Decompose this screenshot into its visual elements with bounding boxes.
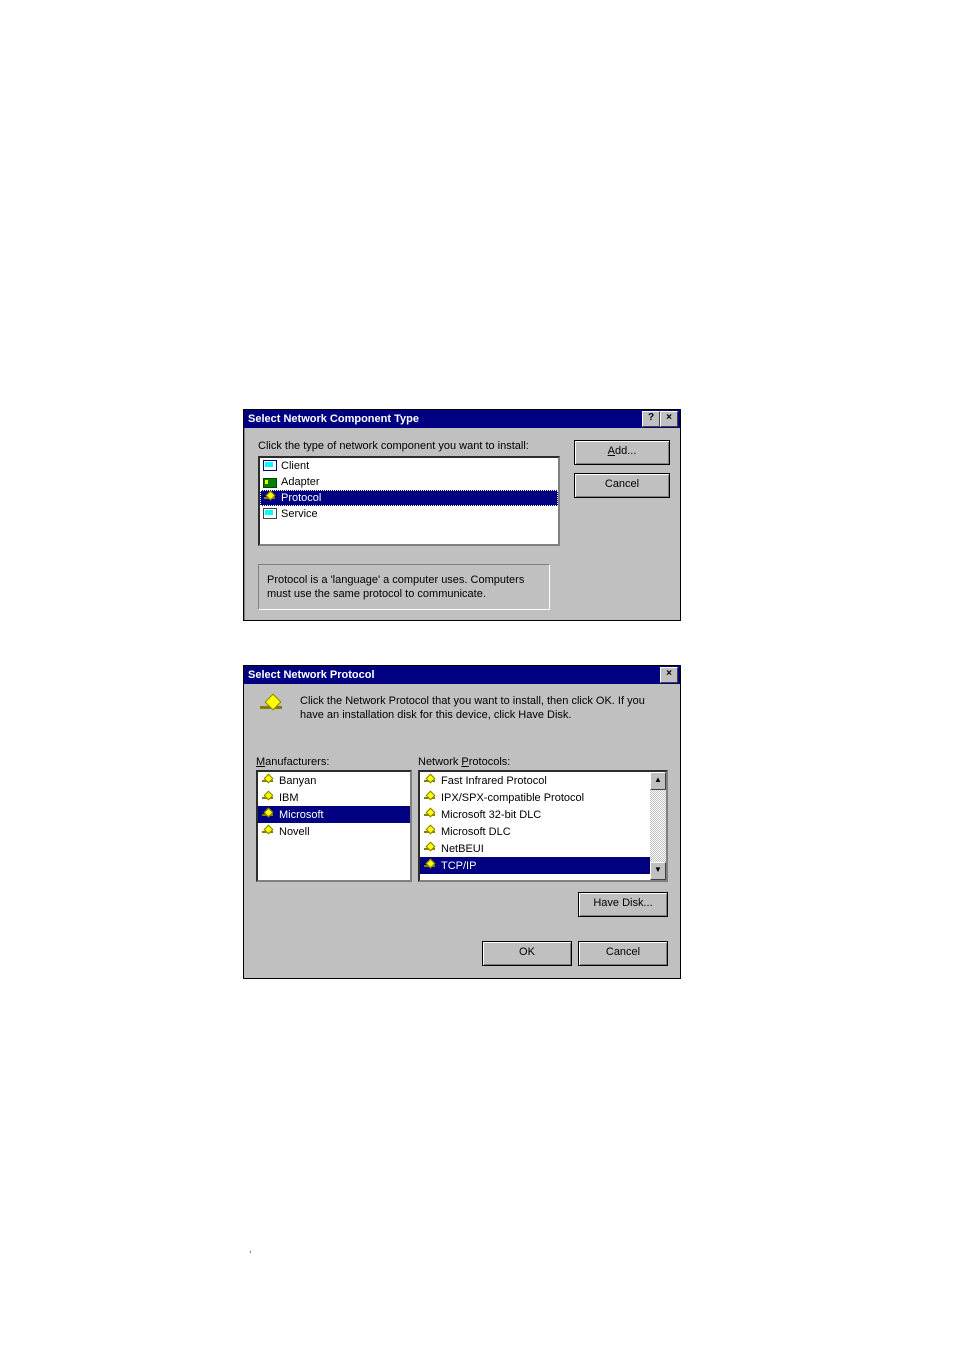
list-item-label: Microsoft DLC — [441, 826, 511, 838]
list-item-label: Service — [281, 508, 318, 520]
cancel-button[interactable]: Cancel — [574, 473, 670, 498]
protocol-icon — [260, 825, 276, 839]
list-item[interactable]: IPX/SPX-compatible Protocol — [420, 789, 650, 806]
component-type-list[interactable]: Client Adapter Protocol Service — [258, 456, 560, 546]
list-item-label: NetBEUI — [441, 843, 484, 855]
protocols-label: Network Protocols: — [418, 756, 668, 768]
close-button[interactable]: × — [660, 411, 678, 427]
list-item-label: Novell — [279, 826, 310, 838]
list-item-label: Client — [281, 460, 309, 472]
list-item[interactable]: Novell — [258, 823, 410, 840]
list-item[interactable]: NetBEUI — [420, 840, 650, 857]
ok-button[interactable]: OK — [482, 941, 572, 966]
footer-mark: , — [249, 1244, 252, 1255]
list-item[interactable]: TCP/IP — [420, 857, 650, 874]
list-item-label: IBM — [279, 792, 299, 804]
manufacturers-label: Manufacturers: — [256, 756, 412, 768]
add-button[interactable]: Add... — [574, 440, 670, 465]
protocol-icon — [262, 491, 278, 505]
list-item[interactable]: Banyan — [258, 772, 410, 789]
protocol-icon — [422, 859, 438, 873]
adapter-icon — [262, 475, 278, 489]
help-button[interactable]: ? — [642, 411, 660, 427]
list-item[interactable]: Microsoft DLC — [420, 823, 650, 840]
have-disk-button[interactable]: Have Disk... — [578, 892, 668, 917]
select-component-type-dialog: Select Network Component Type ? × Click … — [243, 409, 681, 621]
protocol-icon — [422, 774, 438, 788]
dialog2-blurb: Click the Network Protocol that you want… — [300, 694, 668, 722]
list-item[interactable]: Protocol — [260, 490, 558, 506]
protocol-icon — [422, 825, 438, 839]
dialog2-title: Select Network Protocol — [248, 666, 660, 684]
protocol-icon — [422, 842, 438, 856]
close-button[interactable]: × — [660, 667, 678, 683]
list-item-label: Protocol — [281, 492, 321, 504]
list-item[interactable]: IBM — [258, 789, 410, 806]
dialog1-title: Select Network Component Type — [248, 410, 642, 428]
list-item-label: Fast Infrared Protocol — [441, 775, 547, 787]
client-icon — [262, 459, 278, 473]
protocols-list[interactable]: Fast Infrared Protocol IPX/SPX-compatibl… — [418, 770, 668, 882]
cancel-button[interactable]: Cancel — [578, 941, 668, 966]
list-item[interactable]: Microsoft 32-bit DLC — [420, 806, 650, 823]
list-item-label: Microsoft 32-bit DLC — [441, 809, 541, 821]
protocols-scrollbar[interactable]: ▲ ▼ — [650, 772, 666, 880]
protocol-icon — [260, 791, 276, 805]
scroll-down-button[interactable]: ▼ — [650, 862, 666, 880]
list-item[interactable]: Service — [260, 506, 558, 522]
select-network-protocol-dialog: Select Network Protocol × Click the Netw… — [243, 665, 681, 979]
titlebar: Select Network Protocol × — [244, 666, 680, 684]
list-item-label: Banyan — [279, 775, 316, 787]
list-item[interactable]: Client — [260, 458, 558, 474]
titlebar: Select Network Component Type ? × — [244, 410, 680, 428]
protocol-icon — [260, 808, 276, 822]
description-box: Protocol is a 'language' a computer uses… — [258, 564, 550, 610]
btn-label-rest: dd... — [615, 445, 636, 457]
list-item[interactable]: Microsoft — [258, 806, 410, 823]
dialog1-instruction: Click the type of network component you … — [258, 440, 560, 452]
protocol-icon — [422, 791, 438, 805]
list-item-label: IPX/SPX-compatible Protocol — [441, 792, 584, 804]
list-item[interactable]: Adapter — [260, 474, 558, 490]
list-item-label: TCP/IP — [441, 860, 476, 872]
list-item-label: Microsoft — [279, 809, 324, 821]
service-icon — [262, 507, 278, 521]
list-item[interactable]: Fast Infrared Protocol — [420, 772, 650, 789]
protocol-icon — [422, 808, 438, 822]
scroll-up-button[interactable]: ▲ — [650, 772, 666, 790]
manufacturers-list[interactable]: Banyan IBM Microsoft — [256, 770, 412, 882]
protocol-icon — [260, 774, 276, 788]
protocol-wizard-icon — [256, 694, 288, 726]
list-item-label: Adapter — [281, 476, 320, 488]
